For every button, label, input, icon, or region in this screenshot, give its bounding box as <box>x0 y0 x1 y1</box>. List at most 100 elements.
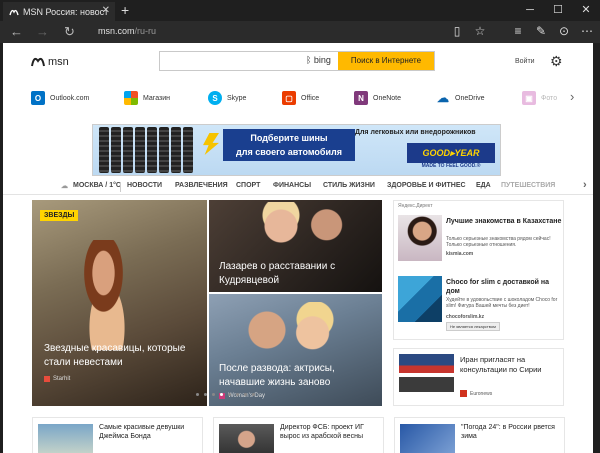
cloud-icon: ☁ <box>61 183 68 190</box>
ad-slogan-line2: для своего автомобиля <box>236 147 342 157</box>
app-label: OneDrive <box>455 94 485 102</box>
source-logo-icon <box>44 376 50 382</box>
tab-msn[interactable]: MSN Россия: новости, г ✕ <box>3 2 115 21</box>
source-name: Euronews <box>470 390 493 397</box>
new-tab-icon[interactable]: + <box>121 2 129 18</box>
hero-carousel: ЗВЕЗДЫ Звездные красавицы, которые стали… <box>32 200 382 406</box>
msn-favicon-icon <box>8 6 19 17</box>
hero-photo <box>245 202 365 262</box>
onedrive-cloud-icon: ☁ <box>437 91 449 105</box>
ad-description: Только серьезные знакомства рядом сейчас… <box>446 236 551 248</box>
ad-url: kismia.com <box>446 251 474 257</box>
carousel-dot[interactable] <box>236 393 239 396</box>
category-health[interactable]: ЗДОРОВЬЕ И ФИТНЕС <box>387 182 466 189</box>
skype-icon: S <box>208 91 222 105</box>
photos-icon: ▣ <box>522 91 536 105</box>
carousel-dot[interactable] <box>220 393 223 396</box>
close-window-icon[interactable]: ✕ <box>572 0 600 21</box>
category-entertainment[interactable]: РАЗВЛЕЧЕНИЯ <box>175 182 228 189</box>
news-card[interactable]: Директор ФСБ: проект ИГ вырос из арабско… <box>213 417 384 453</box>
goodyear-logo: GOOD▸YEAR <box>407 143 495 163</box>
news-card-iran[interactable]: Иран пригласят на консультации по Сирии … <box>393 348 564 406</box>
news-card[interactable]: Самые красивые девушки Джеймса Бонда <box>32 417 203 453</box>
maximize-icon[interactable]: ☐ <box>544 0 572 21</box>
navigation-bar: ← → ↻ msn.com/ru-ru ▯ ☆ ≡ ✎ ⊙ ⋯ <box>0 21 600 43</box>
ad-title: Choco for slim с доставкой на дом <box>446 279 549 295</box>
source-name: Starhit <box>53 376 71 382</box>
app-store[interactable]: Магазин <box>124 91 170 105</box>
bing-icon: ᛒ <box>306 55 312 65</box>
gear-icon[interactable]: ⚙ <box>550 53 563 70</box>
tab-title: MSN Россия: новости, г <box>23 6 107 17</box>
goodyear-ad-banner[interactable]: Подберите шины для своего автомобиля Для… <box>92 124 501 176</box>
reading-view-icon[interactable]: ▯ <box>450 24 464 38</box>
search-input[interactable] <box>160 52 300 70</box>
news-title: Иран пригласят на консультации по Сирии <box>460 355 542 374</box>
app-label: Фото <box>541 94 558 102</box>
ad-item-choco[interactable]: Choco for slim с доставкой на дом Худейт… <box>398 276 562 332</box>
url-domain: msn.com <box>98 26 135 36</box>
hero-photo <box>72 240 142 350</box>
ad-image <box>398 215 442 261</box>
app-office[interactable]: ▢ Office <box>282 91 319 105</box>
news-title: Директор ФСБ: проект ИГ вырос из арабско… <box>280 424 364 440</box>
category-travel[interactable]: ПУТЕШЕСТВИЯ <box>501 182 555 189</box>
ad-disclaimer-badge: Не является лекарством <box>446 322 500 331</box>
carousel-dot[interactable] <box>244 393 247 396</box>
refresh-icon[interactable]: ↻ <box>64 24 75 40</box>
hero-main-caption: Звездные красавицы, которые стали невест… <box>44 343 186 368</box>
hero-top-right-story[interactable]: Лазарев о расставании с Кудрявцевой <box>209 200 382 292</box>
app-onenote[interactable]: N OneNote <box>354 91 401 105</box>
ad-slogan-line1: Подберите шины <box>250 133 328 143</box>
app-skype[interactable]: S Skype <box>208 91 246 105</box>
carousel-dot[interactable] <box>196 393 199 396</box>
more-icon[interactable]: ⋯ <box>580 24 594 38</box>
category-news[interactable]: НОВОСТИ <box>127 182 162 189</box>
scrollbar[interactable] <box>593 43 600 453</box>
category-finance[interactable]: ФИНАНСЫ <box>273 182 311 189</box>
address-bar[interactable]: msn.com/ru-ru <box>98 26 156 36</box>
carousel-dot[interactable] <box>252 393 255 396</box>
category-sport[interactable]: СПОРТ <box>236 182 260 189</box>
logo-text: msn <box>48 56 69 68</box>
chevron-right-icon[interactable]: › <box>583 179 587 191</box>
msn-page: msn ᛒ bing Поиск в Интернете Войти ⚙ O O… <box>3 43 593 453</box>
bing-label: bing <box>313 55 331 65</box>
search-button[interactable]: Поиск в Интернете <box>338 52 434 70</box>
euronews-logo-icon <box>460 390 467 397</box>
app-label: Магазин <box>143 94 171 102</box>
signin-link[interactable]: Войти <box>515 58 535 65</box>
tab-close-icon[interactable]: ✕ <box>102 5 110 16</box>
app-label: Skype <box>227 94 247 102</box>
back-icon[interactable]: ← <box>10 24 23 39</box>
carousel-dot[interactable] <box>212 393 215 396</box>
news-card[interactable]: "Погода 24": в России рвется зима <box>394 417 565 453</box>
web-note-icon[interactable]: ✎ <box>534 24 548 38</box>
hero-main-story[interactable]: ЗВЕЗДЫ Звездные красавицы, которые стали… <box>32 200 207 406</box>
carousel-dots <box>196 393 255 396</box>
favorite-star-icon[interactable]: ☆ <box>473 24 487 38</box>
share-icon[interactable]: ⊙ <box>557 24 571 38</box>
outlook-icon: O <box>31 91 45 105</box>
msn-logo[interactable]: msn <box>31 54 69 70</box>
lightning-icon <box>203 133 219 155</box>
hero-bottom-right-story[interactable]: После развода: актрисы, начавшие жизнь з… <box>209 294 382 406</box>
app-onedrive[interactable]: ☁ OneDrive <box>436 91 485 105</box>
app-photos[interactable]: ▣ Фото <box>522 91 557 105</box>
weather-link[interactable]: МОСКВА / 1°C <box>73 182 121 189</box>
carousel-dot[interactable] <box>204 393 207 396</box>
minimize-icon[interactable]: ─ <box>516 0 544 21</box>
ad-tagline: MADE TO FEEL GOOD.® <box>421 163 481 169</box>
news-image <box>400 424 455 453</box>
forward-icon[interactable]: → <box>36 24 49 39</box>
hub-icon[interactable]: ≡ <box>511 24 525 38</box>
app-outlook[interactable]: O Outlook.com <box>31 91 89 105</box>
yandex-direct-ads: Яндекс.Директ Лучшие знакомства в Казахс… <box>393 200 564 340</box>
ad-item-dating[interactable]: Лучшие знакомства в Казахстане Только се… <box>398 215 562 271</box>
office-icon: ▢ <box>282 91 296 105</box>
category-food[interactable]: ЕДА <box>476 182 491 189</box>
app-label: Outlook.com <box>50 94 90 102</box>
category-lifestyle[interactable]: СТИЛЬ ЖИЗНИ <box>323 182 375 189</box>
carousel-dot[interactable] <box>228 393 231 396</box>
chevron-right-icon[interactable]: › <box>570 89 574 104</box>
